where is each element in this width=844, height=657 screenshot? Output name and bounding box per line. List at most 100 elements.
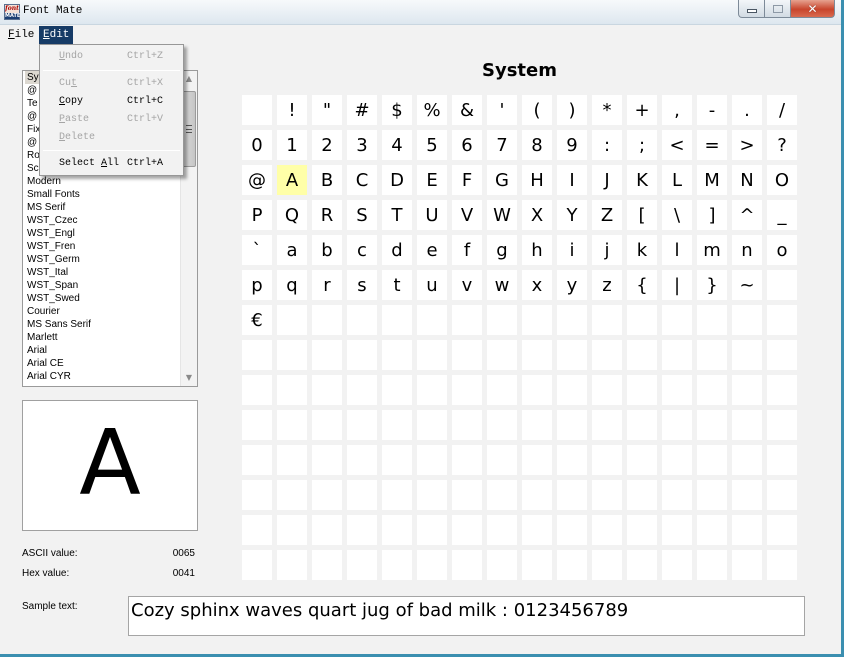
- char-cell[interactable]: 8: [522, 130, 552, 160]
- char-cell[interactable]: l: [662, 235, 692, 265]
- char-cell[interactable]: [277, 340, 307, 370]
- char-cell[interactable]: [312, 340, 342, 370]
- char-cell[interactable]: [557, 410, 587, 440]
- char-cell[interactable]: [592, 305, 622, 335]
- char-cell[interactable]: |: [662, 270, 692, 300]
- char-cell[interactable]: t: [382, 270, 412, 300]
- char-cell[interactable]: !: [277, 95, 307, 125]
- char-cell[interactable]: [557, 375, 587, 405]
- char-cell[interactable]: P: [242, 200, 272, 230]
- font-list-item[interactable]: WST_Czec: [23, 214, 181, 227]
- font-list-item[interactable]: WST_Engl: [23, 227, 181, 240]
- font-list-item[interactable]: WST_Ital: [23, 266, 181, 279]
- char-cell[interactable]: Y: [557, 200, 587, 230]
- char-cell[interactable]: }: [697, 270, 727, 300]
- char-cell[interactable]: [697, 375, 727, 405]
- char-cell[interactable]: [242, 95, 272, 125]
- char-cell[interactable]: [242, 515, 272, 545]
- char-cell[interactable]: 3: [347, 130, 377, 160]
- font-list-item[interactable]: Modern: [23, 175, 181, 188]
- char-cell[interactable]: [382, 550, 412, 580]
- char-cell[interactable]: L: [662, 165, 692, 195]
- char-cell[interactable]: B: [312, 165, 342, 195]
- char-cell[interactable]: (: [522, 95, 552, 125]
- char-cell[interactable]: [767, 445, 797, 475]
- char-cell[interactable]: [277, 375, 307, 405]
- char-cell[interactable]: [662, 375, 692, 405]
- scroll-down-arrow-icon[interactable]: ▼: [181, 370, 197, 386]
- char-cell[interactable]: z: [592, 270, 622, 300]
- char-cell[interactable]: [767, 515, 797, 545]
- char-cell[interactable]: R: [312, 200, 342, 230]
- char-cell[interactable]: [767, 270, 797, 300]
- char-cell[interactable]: b: [312, 235, 342, 265]
- char-cell[interactable]: v: [452, 270, 482, 300]
- char-cell[interactable]: [697, 340, 727, 370]
- char-cell[interactable]: -: [697, 95, 727, 125]
- char-cell[interactable]: .: [732, 95, 762, 125]
- char-cell[interactable]: +: [627, 95, 657, 125]
- char-cell[interactable]: [487, 515, 517, 545]
- char-cell[interactable]: [347, 480, 377, 510]
- char-cell[interactable]: ^: [732, 200, 762, 230]
- char-cell[interactable]: f: [452, 235, 482, 265]
- char-cell[interactable]: [592, 445, 622, 475]
- char-cell[interactable]: 7: [487, 130, 517, 160]
- char-cell[interactable]: J: [592, 165, 622, 195]
- char-cell[interactable]: :: [592, 130, 622, 160]
- menu-item-select-all[interactable]: Select All Ctrl+A: [41, 155, 182, 173]
- char-cell[interactable]: [662, 550, 692, 580]
- char-cell[interactable]: [417, 445, 447, 475]
- char-cell[interactable]: [732, 480, 762, 510]
- char-cell[interactable]: [592, 515, 622, 545]
- char-cell[interactable]: [382, 340, 412, 370]
- char-cell[interactable]: [487, 550, 517, 580]
- char-cell[interactable]: [242, 340, 272, 370]
- char-cell[interactable]: [662, 410, 692, 440]
- char-cell[interactable]: %: [417, 95, 447, 125]
- char-cell[interactable]: [417, 550, 447, 580]
- char-cell[interactable]: [312, 305, 342, 335]
- menu-item-copy[interactable]: Copy Ctrl+C: [41, 93, 182, 111]
- char-cell[interactable]: [732, 515, 762, 545]
- font-list-item[interactable]: WST_Germ: [23, 253, 181, 266]
- char-cell[interactable]: E: [417, 165, 447, 195]
- char-cell[interactable]: y: [557, 270, 587, 300]
- char-cell[interactable]: [382, 375, 412, 405]
- char-cell[interactable]: [487, 445, 517, 475]
- menu-item-paste[interactable]: Paste Ctrl+V: [41, 111, 182, 129]
- char-cell[interactable]: [277, 445, 307, 475]
- char-cell[interactable]: ]: [697, 200, 727, 230]
- char-cell[interactable]: [312, 550, 342, 580]
- char-cell[interactable]: [592, 340, 622, 370]
- char-cell[interactable]: [452, 305, 482, 335]
- char-cell[interactable]: m: [697, 235, 727, 265]
- char-cell[interactable]: [277, 480, 307, 510]
- char-cell[interactable]: &: [452, 95, 482, 125]
- char-cell[interactable]: [592, 410, 622, 440]
- char-cell[interactable]: F: [452, 165, 482, 195]
- char-cell[interactable]: [767, 340, 797, 370]
- char-cell[interactable]: [557, 445, 587, 475]
- char-cell[interactable]: [347, 340, 377, 370]
- char-cell[interactable]: C: [347, 165, 377, 195]
- char-cell[interactable]: 2: [312, 130, 342, 160]
- char-cell[interactable]: ?: [767, 130, 797, 160]
- char-cell[interactable]: [347, 445, 377, 475]
- char-cell[interactable]: [312, 410, 342, 440]
- char-cell[interactable]: <: [662, 130, 692, 160]
- menu-item-cut[interactable]: Cut Ctrl+X: [41, 75, 182, 93]
- char-cell[interactable]: $: [382, 95, 412, 125]
- char-cell[interactable]: #: [347, 95, 377, 125]
- char-cell[interactable]: g: [487, 235, 517, 265]
- char-cell[interactable]: [557, 550, 587, 580]
- char-cell[interactable]: [697, 410, 727, 440]
- char-cell[interactable]: _: [767, 200, 797, 230]
- char-cell[interactable]: [277, 305, 307, 335]
- char-cell[interactable]: [627, 340, 657, 370]
- char-cell[interactable]: M: [697, 165, 727, 195]
- char-cell[interactable]: X: [522, 200, 552, 230]
- char-cell[interactable]: [452, 515, 482, 545]
- font-list-item[interactable]: WST_Span: [23, 279, 181, 292]
- char-cell[interactable]: [662, 305, 692, 335]
